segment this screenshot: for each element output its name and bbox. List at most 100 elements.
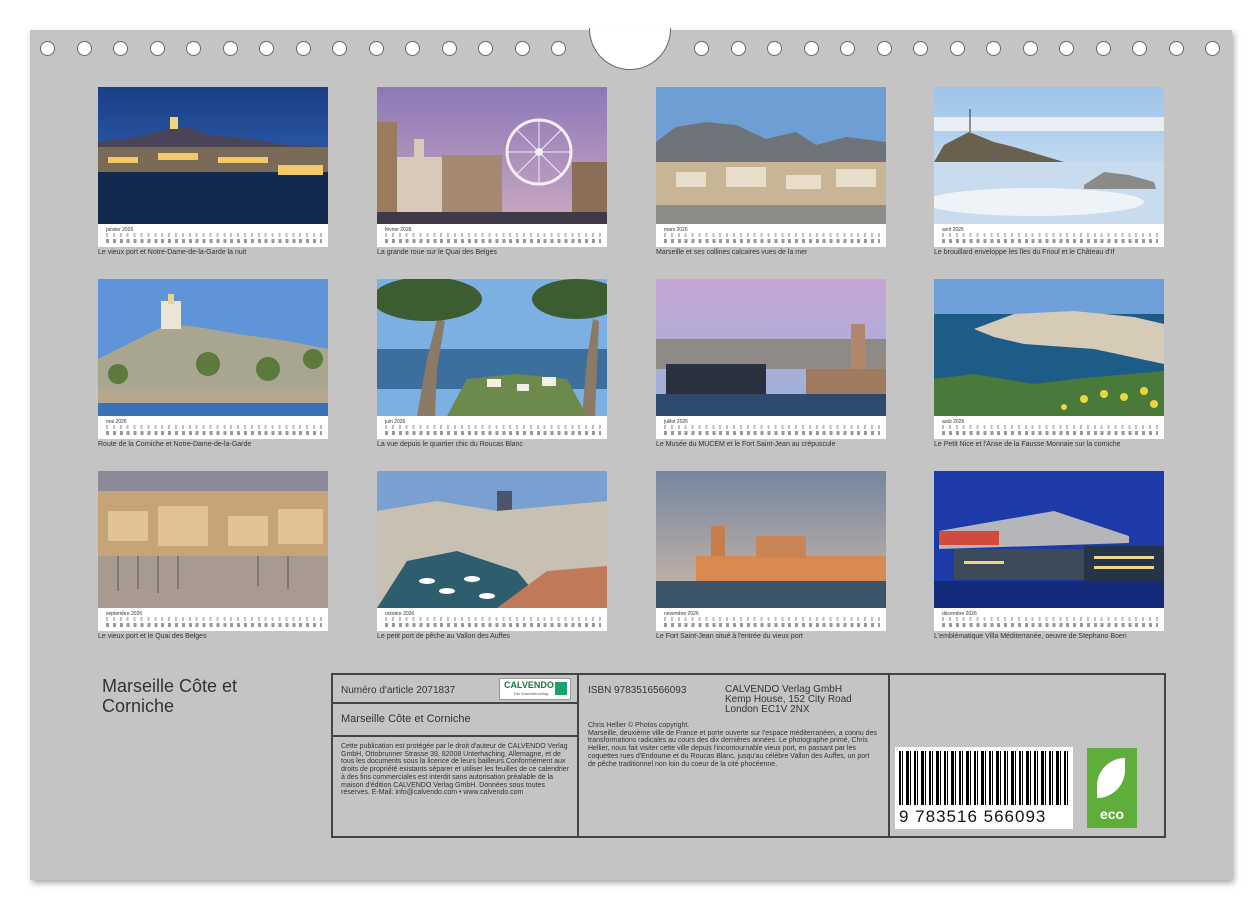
photo-march — [656, 87, 886, 224]
month-calendar-july: juillet 2026 — [656, 416, 886, 439]
barcode-number: 9 783516 566093 — [899, 807, 1047, 826]
divider — [333, 735, 577, 737]
photo-august — [934, 279, 1164, 416]
binding-hole — [803, 41, 819, 56]
photo-june — [377, 279, 607, 416]
photo-february — [377, 87, 607, 224]
binding-hole — [514, 41, 530, 56]
photo-april — [934, 87, 1164, 224]
leaf-icon — [1097, 758, 1125, 798]
binding-hole — [1205, 41, 1220, 56]
logo-mark-icon — [555, 682, 567, 695]
logo-wordmark: CALVENDO — [504, 680, 554, 690]
month-thumbnail-august: août 2026 Le Petit Nice et l'Anse de la … — [934, 279, 1164, 448]
photo-caption: Le vieux port et Notre-Dame-de-la-Garde … — [98, 249, 247, 256]
binding-hole — [913, 41, 928, 56]
photo-caption: Le Petit Nice et l'Anse de la Fausse Mon… — [934, 441, 1121, 448]
binding-hole — [76, 41, 92, 56]
photo-caption: L'emblématique Villa Méditerranée, oeuvr… — [934, 633, 1127, 640]
photo-caption: Route de la Corniche et Notre-Dame-de-la… — [98, 441, 252, 448]
barcode-section: 9 783516 566093 eco — [890, 675, 1164, 836]
month-thumbnail-march: mars 2026 Marseille et ses collines calc… — [656, 87, 886, 256]
eco-label: eco — [1099, 806, 1125, 822]
binding-hole — [1022, 41, 1038, 56]
month-thumbnail-november: novembre 2026 Le Fort Saint-Jean situé à… — [656, 471, 886, 640]
calendar-title-line2: Corniche — [102, 696, 175, 716]
month-calendar-september: septembre 2026 — [98, 608, 328, 631]
binding-hole — [186, 41, 201, 56]
binding-hole — [149, 41, 165, 56]
photo-september — [98, 471, 328, 608]
binding-hole — [478, 41, 493, 56]
binding-hole — [1095, 41, 1111, 56]
month-calendar-april: avril 2026 — [934, 224, 1164, 247]
legal-notice: Cette publication est protégée par le dr… — [341, 743, 570, 797]
month-calendar-october: octobre 2026 — [377, 608, 607, 631]
month-calendar-january: janvier 2026 — [98, 224, 328, 247]
barcode: 9 783516 566093 — [895, 747, 1073, 829]
binding-hole — [986, 41, 1001, 56]
binding-hole — [40, 41, 55, 56]
month-thumbnail-september: septembre 2026 Le vieux port et le Quai … — [98, 471, 328, 640]
month-calendar-june: juin 2026 — [377, 416, 607, 439]
month-calendar-march: mars 2026 — [656, 224, 886, 247]
divider — [577, 675, 579, 836]
photo-caption: La grande roue sur le Quai des Belges — [377, 249, 497, 256]
info-title: Marseille Côte et Corniche — [341, 713, 471, 725]
photo-caption: Le brouillard enveloppe les îles du Frio… — [934, 249, 1115, 256]
binding-hole — [222, 41, 238, 56]
binding-hole — [1168, 41, 1184, 56]
month-calendar-december: décembre 2026 — [934, 608, 1164, 631]
month-thumbnail-december: décembre 2026 L'emblématique Villa Médit… — [934, 471, 1164, 640]
calendar-title-line1: Marseille Côte et — [102, 676, 238, 696]
calendar-title: Marseille Côte et Corniche — [102, 676, 302, 716]
isbn: ISBN 9783516566093 — [588, 685, 687, 696]
photo-may — [98, 279, 328, 416]
binding-hole — [1059, 41, 1074, 56]
binding-hole — [876, 41, 892, 56]
photo-caption: Le Musée du MUCEM et le Fort Saint-Jean … — [656, 441, 836, 448]
photo-caption: La vue depuis le quartier chic du Roucas… — [377, 441, 523, 448]
photo-december — [934, 471, 1164, 608]
divider — [333, 702, 577, 704]
binding-hole — [694, 41, 709, 56]
calendar-back-sheet: janvier 2026 Le vieux port et Notre-Dame… — [30, 28, 1232, 880]
month-thumbnail-january: janvier 2026 Le vieux port et Notre-Dame… — [98, 87, 328, 256]
calendar-description: Marseille, deuxième ville de France et p… — [588, 729, 877, 768]
photo-january — [98, 87, 328, 224]
article-number: Numéro d'article 2071837 — [341, 685, 456, 696]
photo-caption: Le petit port de pêche au Vallon des Auf… — [377, 633, 510, 640]
publisher-address-line2: London EC1V 2NX — [725, 704, 810, 715]
logo-tagline: Der Kalenderverlag — [514, 691, 549, 696]
photo-caption: Le vieux port et le Quai des Belges — [98, 633, 207, 640]
month-thumbnail-april: avril 2026 Le brouillard enveloppe les î… — [934, 87, 1164, 256]
month-calendar-august: août 2026 — [934, 416, 1164, 439]
binding-hole — [441, 41, 457, 56]
photo-copyright: Chris Hellier © Photos copyright. — [588, 722, 690, 729]
month-thumbnail-july: juillet 2026 Le Musée du MUCEM et le For… — [656, 279, 886, 448]
month-thumbnail-june: juin 2026 La vue depuis le quartier chic… — [377, 279, 607, 448]
publisher-address: CALVENDO Verlag GmbH Kemp House, 152 Cit… — [725, 685, 852, 715]
binding-hole — [767, 41, 782, 56]
binding-hole — [551, 41, 566, 56]
binding-hole — [368, 41, 384, 56]
photo-caption: Marseille et ses collines calcaires vues… — [656, 249, 808, 256]
binding-hole — [332, 41, 347, 56]
binding-hole — [405, 41, 420, 56]
photo-october — [377, 471, 607, 608]
barcode-bars — [899, 751, 1069, 805]
month-calendar-november: novembre 2026 — [656, 608, 886, 631]
photo-july — [656, 279, 886, 416]
calvendo-logo: CALVENDO Der Kalenderverlag — [499, 678, 571, 700]
photo-november — [656, 471, 886, 608]
month-calendar-may: mai 2026 — [98, 416, 328, 439]
description-block: Chris Hellier © Photos copyright. Marsei… — [588, 722, 878, 768]
month-thumbnail-february: février 2026 La grande roue sur le Quai … — [377, 87, 607, 256]
binding-hole — [259, 41, 274, 56]
binding-hole — [730, 41, 746, 56]
photo-caption: Le Fort Saint-Jean situé à l'entrée du v… — [656, 633, 803, 640]
binding-hole — [949, 41, 965, 56]
binding-hole — [840, 41, 855, 56]
month-thumbnail-october: octobre 2026 Le petit port de pêche au V… — [377, 471, 607, 640]
binding-hole — [295, 41, 311, 56]
